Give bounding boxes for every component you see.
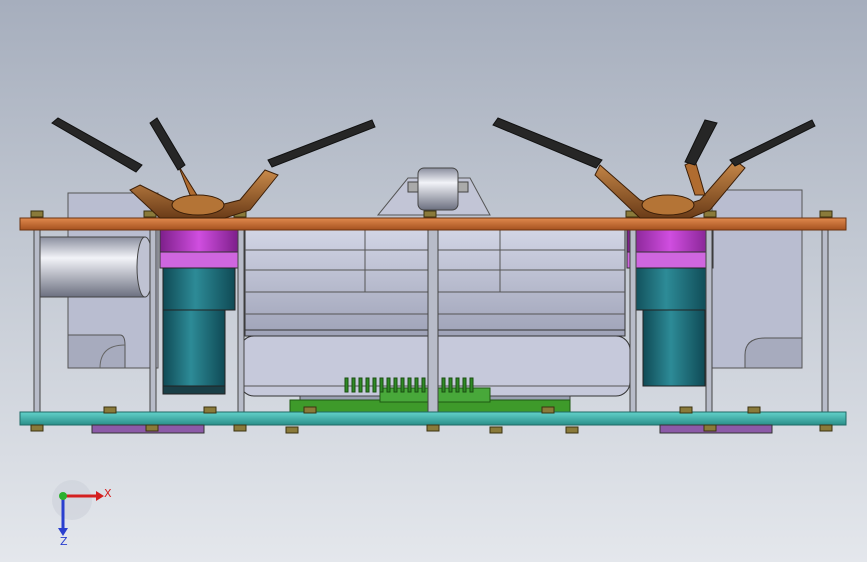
header-pin	[469, 377, 474, 393]
hex-nut	[203, 406, 217, 414]
header-pin	[351, 377, 356, 393]
x-axis-label: X	[104, 487, 112, 500]
hex-nut	[30, 424, 44, 432]
assembly-model[interactable]: X Z	[0, 0, 867, 562]
top-plate	[19, 217, 847, 231]
hex-nut	[145, 424, 159, 432]
header-pin	[372, 377, 377, 393]
header-pin	[358, 377, 363, 393]
header-pin	[414, 377, 419, 393]
header-pin	[344, 377, 349, 393]
header-pin	[393, 377, 398, 393]
hex-nut	[423, 210, 437, 218]
hex-nut	[703, 424, 717, 432]
header-pin	[448, 377, 453, 393]
hex-nut	[565, 426, 579, 434]
header-pin	[421, 377, 426, 393]
left-cylinder	[39, 236, 154, 298]
hex-nut	[233, 424, 247, 432]
right-motor	[626, 227, 714, 387]
center-top-bracket	[376, 167, 491, 216]
hex-nut	[426, 424, 440, 432]
header-pin	[462, 377, 467, 393]
hex-nut	[30, 210, 44, 218]
header-pin	[365, 377, 370, 393]
hex-nut	[747, 406, 761, 414]
bottom-plate	[19, 411, 847, 426]
standoff-rods	[33, 227, 829, 415]
hex-nut	[103, 406, 117, 414]
header-pin	[400, 377, 405, 393]
axis-triad-icon: X Z	[52, 480, 112, 548]
right-side-housing	[711, 189, 803, 369]
cad-viewport[interactable]: X Z	[0, 0, 867, 562]
header-pin	[379, 377, 384, 393]
z-axis-label: Z	[60, 535, 68, 548]
hex-nut	[303, 406, 317, 414]
hex-nut	[541, 406, 555, 414]
header-pin	[386, 377, 391, 393]
right-arms	[492, 117, 816, 169]
header-pin	[407, 377, 412, 393]
hex-nut	[285, 426, 299, 434]
header-pin	[441, 377, 446, 393]
left-motor	[159, 227, 239, 395]
left-arms	[51, 117, 376, 173]
hex-nut	[819, 424, 833, 432]
hex-nut	[489, 426, 503, 434]
hex-nut	[679, 406, 693, 414]
hex-nut	[819, 210, 833, 218]
header-pin	[455, 377, 460, 393]
left-arm-bracket	[129, 164, 279, 219]
